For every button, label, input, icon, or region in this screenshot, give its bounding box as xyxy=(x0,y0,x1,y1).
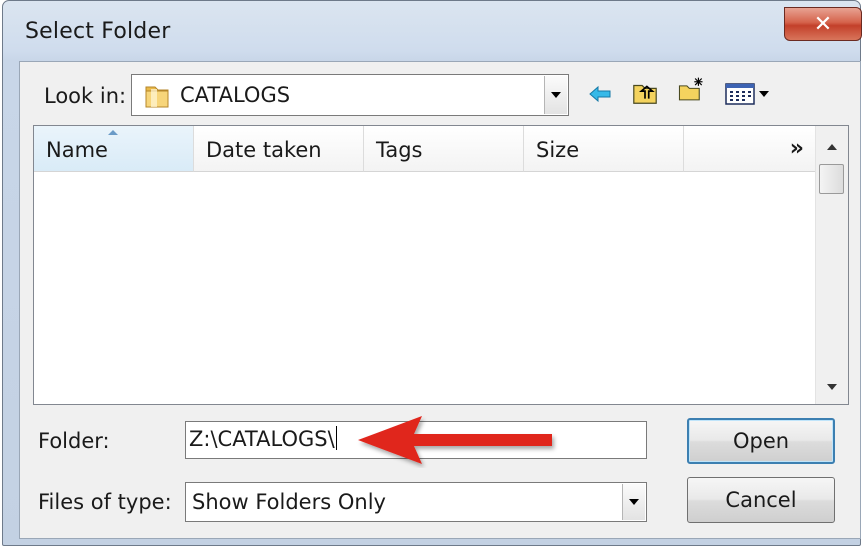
column-header-name[interactable]: Name xyxy=(34,126,194,172)
files-of-type-dropdown-button[interactable] xyxy=(622,484,645,520)
column-label: Name xyxy=(46,138,108,162)
folder-input-value: Z:\CATALOGS\ xyxy=(189,426,337,451)
files-of-type-value: Show Folders Only xyxy=(192,490,386,514)
column-label: Tags xyxy=(376,138,423,162)
look-in-label: Look in: xyxy=(44,84,127,108)
files-of-type-label: Files of type: xyxy=(38,490,172,514)
view-menu-icon[interactable] xyxy=(724,80,774,108)
look-in-dropdown-button[interactable] xyxy=(544,76,567,114)
open-button[interactable]: Open xyxy=(687,418,835,464)
column-label: Size xyxy=(536,138,580,162)
scroll-thumb[interactable] xyxy=(819,164,844,194)
annotation-arrow-icon xyxy=(350,412,560,468)
cancel-button[interactable]: Cancel xyxy=(687,477,835,523)
chevron-down-icon xyxy=(629,499,639,505)
folder-label: Folder: xyxy=(38,429,110,453)
files-of-type-dropdown[interactable]: Show Folders Only xyxy=(185,482,647,522)
close-button[interactable]: ✕ xyxy=(784,7,862,41)
window-title: Select Folder xyxy=(25,19,171,44)
new-folder-icon[interactable] xyxy=(677,76,705,104)
column-header-more[interactable]: » xyxy=(684,126,816,172)
up-folder-icon[interactable] xyxy=(631,79,659,107)
scroll-down-arrow-icon[interactable] xyxy=(827,384,837,390)
chevron-down-icon xyxy=(551,92,561,98)
scroll-up-arrow-icon[interactable] xyxy=(827,144,837,150)
column-header-size[interactable]: Size xyxy=(524,126,684,172)
more-columns-icon: » xyxy=(789,136,804,161)
column-label: Date taken xyxy=(206,138,322,162)
sort-ascending-icon xyxy=(108,130,118,135)
look-in-value: CATALOGS xyxy=(180,83,291,107)
vertical-scrollbar[interactable] xyxy=(815,126,848,404)
column-header-tags[interactable]: Tags xyxy=(364,126,524,172)
folder-icon xyxy=(142,81,172,111)
column-header-date-taken[interactable]: Date taken xyxy=(194,126,364,172)
look-in-dropdown[interactable]: CATALOGS xyxy=(131,74,569,116)
back-arrow-icon[interactable] xyxy=(587,80,615,108)
file-list[interactable]: Name Date taken Tags Size » xyxy=(33,125,849,405)
